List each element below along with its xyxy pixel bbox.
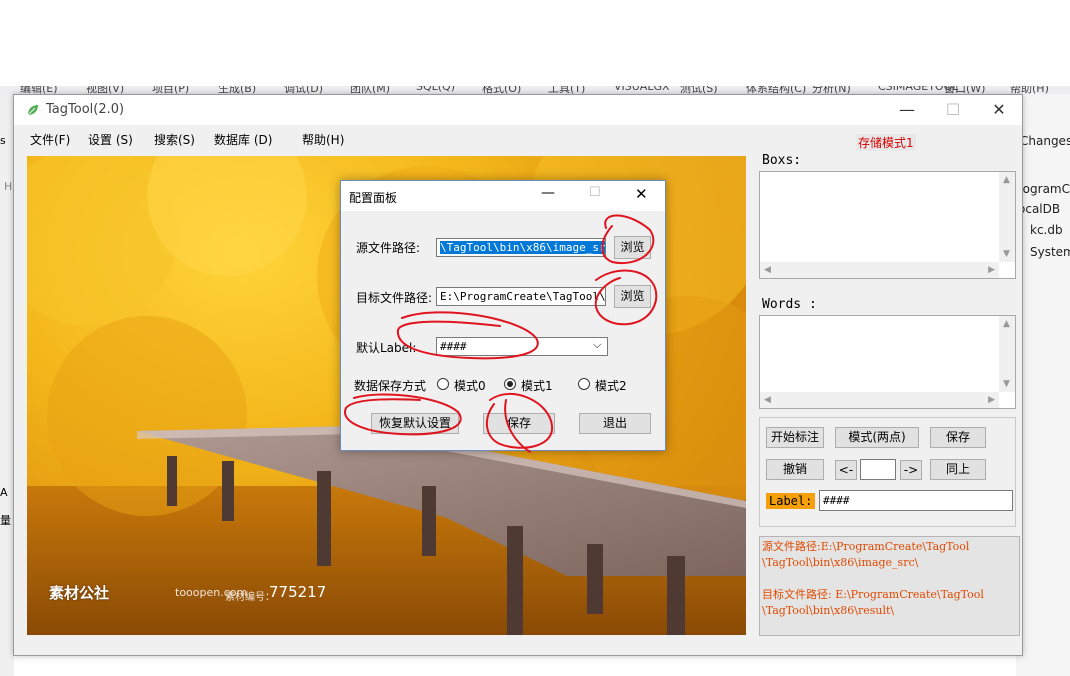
- left-letter: s: [0, 134, 6, 147]
- background-menu-item: 调试(D): [284, 86, 324, 94]
- background-menu-item: 体系结构(C): [746, 86, 807, 94]
- label-input[interactable]: ####: [819, 490, 1013, 511]
- background-menu-item: 窗口(W): [944, 86, 986, 94]
- log-line: \TagTool\bin\x86\result\: [762, 604, 895, 617]
- background-menu-item: 团队(M): [350, 86, 391, 94]
- title-bar[interactable]: TagTool(2.0) — ☐ ✕: [14, 95, 1022, 125]
- left-letter: A: [0, 486, 8, 499]
- boxs-hscrollbar[interactable]: ◀ ▶: [760, 262, 999, 278]
- menu-help[interactable]: 帮助(H): [302, 131, 344, 148]
- source-path-label: 源文件路径:: [356, 241, 421, 255]
- menu-file[interactable]: 文件(F): [30, 131, 70, 148]
- menu-database[interactable]: 数据库 (D): [214, 131, 272, 148]
- target-path-label: 目标文件路径:: [356, 291, 433, 305]
- left-letter: H: [4, 180, 13, 193]
- mode0-label: 模式0: [454, 379, 486, 393]
- background-menu-item: 工具(T): [548, 86, 586, 94]
- background-menu-item: 帮助(H): [1010, 86, 1049, 94]
- target-path-input[interactable]: E:\ProgramCreate\TagTool\Tag: [436, 287, 606, 306]
- background-menu-item: 测试(S): [680, 86, 718, 94]
- prev-button[interactable]: <-: [835, 460, 857, 480]
- words-hscrollbar[interactable]: ◀ ▶: [760, 392, 999, 408]
- save-mode-label: 数据保存方式: [354, 379, 427, 393]
- browse-source-button[interactable]: 浏览: [614, 236, 651, 259]
- config-dialog: 配置面板 — ☐ ✕ 源文件路径: \TagTool\bin\x86\image…: [340, 180, 666, 451]
- storage-mode-label: 存储模式1: [856, 134, 916, 151]
- explorer-item[interactable]: ocalDB: [1018, 202, 1060, 216]
- default-label-label: 默认Label:: [356, 341, 417, 355]
- app-leaf-icon: [27, 105, 38, 116]
- mode1-radio[interactable]: [504, 378, 516, 390]
- log-box: 源文件路径:E:\ProgramCreate\TagTool \TagTool\…: [759, 536, 1020, 636]
- menu-settings[interactable]: 设置 (S): [88, 131, 133, 148]
- menu-search[interactable]: 搜索(S): [154, 131, 195, 148]
- background-menu-item: SQL(Q): [416, 86, 456, 93]
- background-menu-item: 项目(P): [152, 86, 190, 94]
- background-menu-item: 格式(O): [482, 86, 522, 94]
- boxs-label: Boxs:: [762, 153, 802, 168]
- explorer-item[interactable]: Changes: [1020, 134, 1070, 148]
- background-menu-item: 视图(V): [86, 86, 125, 94]
- explorer-item[interactable]: System: [1030, 245, 1070, 259]
- browse-target-button[interactable]: 浏览: [614, 285, 651, 308]
- default-label-select[interactable]: ####: [436, 337, 608, 356]
- maximize-button[interactable]: ☐: [930, 95, 976, 125]
- mode2-label: 模式2: [595, 379, 627, 393]
- background-menu-item: VISUALGX: [614, 86, 670, 93]
- dialog-title-bar[interactable]: 配置面板 — ☐ ✕: [341, 181, 665, 211]
- source-path-input[interactable]: \TagTool\bin\x86\image_src\: [436, 238, 606, 257]
- dialog-title: 配置面板: [349, 191, 398, 205]
- background-menu-item: 生成(B): [218, 86, 257, 94]
- dialog-minimize-button[interactable]: —: [541, 185, 555, 201]
- restore-defaults-button[interactable]: 恢复默认设置: [371, 413, 459, 434]
- dialog-exit-button[interactable]: 退出: [579, 413, 651, 434]
- watermark-number: 775217: [269, 583, 327, 601]
- minimize-button[interactable]: —: [884, 95, 930, 125]
- words-label: Words :: [762, 297, 817, 312]
- background-menubar: 编辑(E) 视图(V) 项目(P) 生成(B) 调试(D) 团队(M) SQL(Q) 格式(O…: [0, 86, 1070, 94]
- mode1-label: 模式1: [521, 379, 553, 393]
- watermark-label: 素材编号：: [225, 592, 275, 603]
- watermark-brand: 素材公社: [49, 584, 110, 602]
- dialog-maximize-button[interactable]: ☐: [589, 185, 601, 200]
- background-menu-item: 分析(N): [812, 86, 851, 94]
- save-button[interactable]: 保存: [930, 427, 986, 448]
- background-menu-item: 编辑(E): [20, 86, 58, 94]
- words-listbox[interactable]: ▲ ▼ ◀ ▶: [759, 315, 1016, 409]
- dialog-close-button[interactable]: ✕: [635, 185, 648, 203]
- boxs-listbox[interactable]: ▲ ▼ ◀ ▶: [759, 171, 1016, 279]
- same-as-above-button[interactable]: 同上: [930, 459, 986, 480]
- annotation-controls-group: 开始标注 模式(两点) 保存 撤销 <- -> 同上 Label: ####: [759, 417, 1016, 527]
- dialog-save-button[interactable]: 保存: [483, 413, 555, 434]
- label-tag: Label:: [766, 493, 816, 509]
- mode-two-point-button[interactable]: 模式(两点): [835, 427, 919, 448]
- source-path-value: \TagTool\bin\x86\image_src\: [440, 241, 605, 254]
- explorer-item[interactable]: rogramC: [1018, 182, 1070, 196]
- log-line: \TagTool\bin\x86\image_src\: [762, 556, 919, 569]
- start-annotate-button[interactable]: 开始标注: [766, 427, 824, 448]
- log-line: 目标文件路径: E:\ProgramCreate\TagTool: [762, 588, 984, 601]
- mode2-radio[interactable]: [578, 378, 590, 390]
- words-vscrollbar[interactable]: ▲ ▼: [999, 316, 1015, 392]
- next-button[interactable]: ->: [900, 460, 922, 480]
- close-button[interactable]: ✕: [976, 95, 1022, 125]
- left-letter: 量: [0, 514, 11, 527]
- explorer-item[interactable]: kc.db: [1030, 223, 1063, 237]
- log-line: 源文件路径:E:\ProgramCreate\TagTool: [762, 540, 970, 553]
- window-title: TagTool(2.0): [46, 102, 125, 117]
- mode0-radio[interactable]: [437, 378, 449, 390]
- background-solution-explorer: Changes rogramC ocalDB kc.db System: [1016, 94, 1070, 676]
- boxs-vscrollbar[interactable]: ▲ ▼: [999, 172, 1015, 262]
- undo-button[interactable]: 撤销: [766, 459, 824, 480]
- index-input[interactable]: [860, 459, 896, 480]
- chevron-down-icon[interactable]: ⌵: [593, 338, 601, 352]
- background-left-strip: s H A 量: [0, 94, 14, 676]
